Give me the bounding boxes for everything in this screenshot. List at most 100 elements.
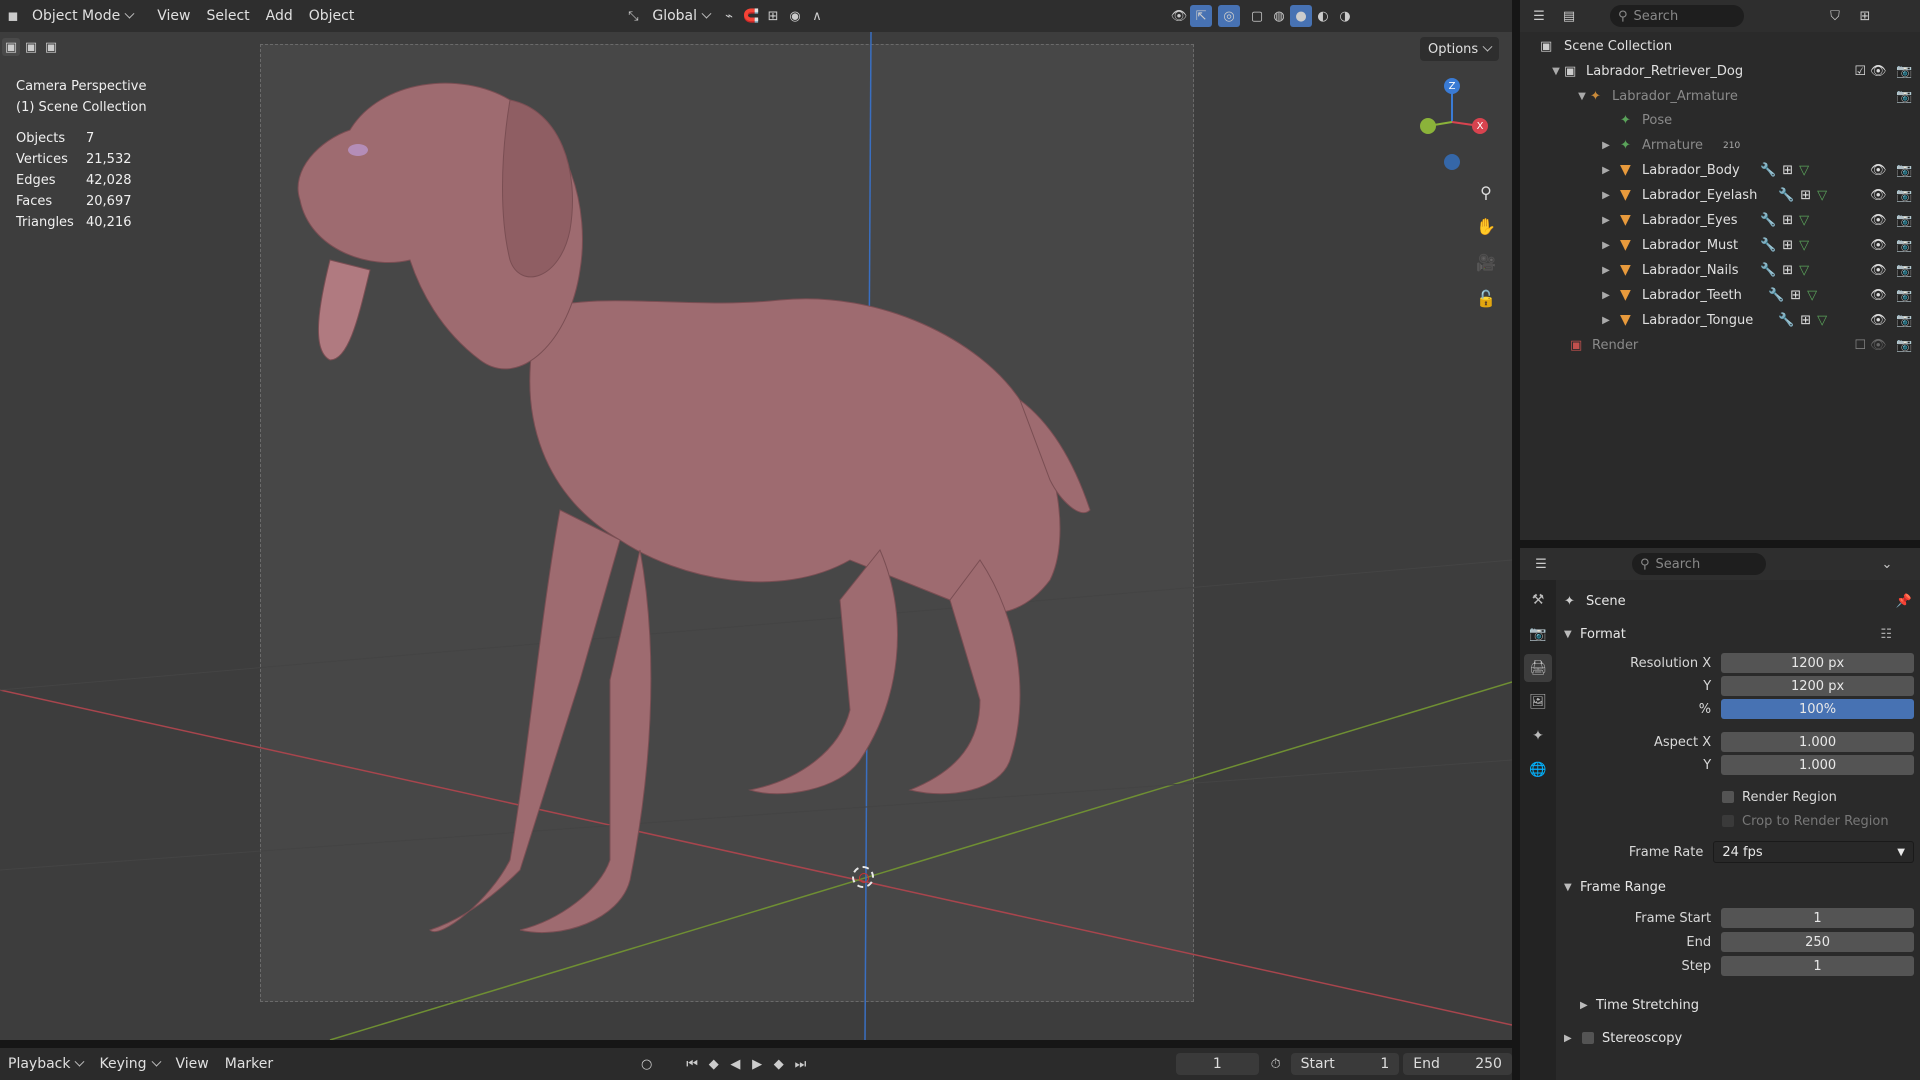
frame-end-field[interactable]: 250 xyxy=(1721,932,1914,952)
format-panel-header[interactable]: ▼ Format ☷ xyxy=(1564,621,1912,647)
eye-icon[interactable]: 👁 xyxy=(1870,238,1887,253)
expand-icon[interactable]: ▶ xyxy=(1598,240,1614,251)
pivot-icon[interactable]: ⌁ xyxy=(718,5,740,27)
properties-search[interactable]: ⚲ Search xyxy=(1632,553,1766,575)
select-extend-icon[interactable]: ▣ xyxy=(22,38,40,56)
eye-icon[interactable]: 👁 xyxy=(1870,213,1887,228)
menu-keying[interactable]: Keying xyxy=(91,1052,167,1076)
modifier-icon[interactable]: 🔧 xyxy=(1760,163,1776,178)
camera-icon[interactable]: 📷 xyxy=(1896,163,1912,178)
mesh-data-icon[interactable]: ▽ xyxy=(1799,163,1809,178)
collection-row[interactable]: ▼ ▣ Labrador_Retriever_Dog ☑ 👁 📷 xyxy=(1520,59,1920,84)
mesh-data-icon[interactable]: ▽ xyxy=(1799,238,1809,253)
expand-icon[interactable]: ▶ xyxy=(1598,290,1614,301)
eye-icon[interactable]: 👁 xyxy=(1870,263,1887,278)
expand-icon[interactable]: ▼ xyxy=(1574,91,1590,102)
overlay-toggle-icon[interactable]: ◎ xyxy=(1218,5,1241,27)
modifier-icon[interactable]: 🔧 xyxy=(1760,238,1776,253)
menu-select[interactable]: Select xyxy=(198,4,257,28)
camera-icon[interactable]: 📷 xyxy=(1896,213,1912,228)
visibility-icon[interactable]: 👁 xyxy=(1168,5,1190,27)
object-row-teeth[interactable]: ▶ ▼ Labrador_Teeth 🔧 ⊞ ▽ 👁 📷 xyxy=(1520,283,1920,308)
collection-checkbox-icon[interactable]: ☑ xyxy=(1854,64,1866,79)
object-row-eyelash[interactable]: ▶ ▼ Labrador_Eyelash 🔧 ⊞ ▽ 👁 📷 xyxy=(1520,183,1920,208)
mode-dropdown[interactable]: Object Mode xyxy=(24,4,141,28)
armature-mod-icon[interactable]: ⊞ xyxy=(1790,288,1801,303)
armature-mod-icon[interactable]: ⊞ xyxy=(1782,213,1793,228)
area-separator[interactable] xyxy=(1512,0,1520,1080)
solid-shading-icon[interactable]: ● xyxy=(1290,5,1313,27)
modifier-icon[interactable]: 🔧 xyxy=(1778,188,1794,203)
armature-data-row[interactable]: ▶ ✦ Armature 210 xyxy=(1520,133,1920,158)
jump-end-icon[interactable]: ⏭ xyxy=(790,1053,812,1075)
3d-cursor[interactable] xyxy=(852,866,874,888)
display-mode-icon[interactable]: ▤ xyxy=(1558,5,1580,27)
camera-icon[interactable]: 📷 xyxy=(1896,263,1912,278)
chevron-down-icon[interactable]: ▼ xyxy=(1564,629,1580,640)
render-collection-row[interactable]: ▣ Render ☐ 👁 📷 xyxy=(1520,333,1920,358)
3d-viewport[interactable]: Camera Perspective (1) Scene Collection … xyxy=(0,0,1512,1040)
object-row-body[interactable]: ▶ ▼ Labrador_Body 🔧 ⊞ ▽ 👁 📷 xyxy=(1520,158,1920,183)
scene-tab-icon[interactable]: ✦ xyxy=(1524,722,1552,750)
orientation-dropdown[interactable]: Global xyxy=(644,4,718,28)
options-dropdown[interactable]: Options xyxy=(1420,37,1500,61)
eye-icon[interactable]: 👁 xyxy=(1870,163,1887,178)
timer-icon[interactable]: ⏱ xyxy=(1265,1053,1287,1075)
object-row-must[interactable]: ▶ ▼ Labrador_Must 🔧 ⊞ ▽ 👁 📷 xyxy=(1520,233,1920,258)
menu-object[interactable]: Object xyxy=(301,4,363,28)
expand-icon[interactable]: ▶ xyxy=(1598,165,1614,176)
wireframe-shading-icon[interactable]: ◍ xyxy=(1268,5,1290,27)
eye-icon[interactable]: 👁 xyxy=(1870,338,1887,353)
render-tab-icon[interactable]: 📷 xyxy=(1524,620,1552,648)
chevron-down-icon[interactable]: ⌄ xyxy=(1876,553,1898,575)
select-new-icon[interactable]: ▣ xyxy=(2,38,20,56)
end-frame-field[interactable]: End 250 xyxy=(1403,1053,1512,1075)
gizmo-toggle-icon[interactable]: ⇱ xyxy=(1190,5,1213,27)
armature-row[interactable]: ▼ ✦ Labrador_Armature 📷 xyxy=(1520,84,1920,109)
navigation-gizmo[interactable]: Z X xyxy=(1408,74,1488,174)
frame-range-panel-header[interactable]: ▼ Frame Range xyxy=(1564,874,1912,900)
expand-icon[interactable]: ▶ xyxy=(1598,190,1614,201)
world-tab-icon[interactable]: 🌐 xyxy=(1524,756,1552,784)
snap-target-icon[interactable]: ⊞ xyxy=(762,5,784,27)
tool-tab-icon[interactable]: ⚒ xyxy=(1524,586,1552,614)
camera-icon[interactable]: 📷 xyxy=(1896,188,1912,203)
proportional-edit-icon[interactable]: ◉ xyxy=(784,5,806,27)
area-separator[interactable] xyxy=(1520,540,1920,548)
camera-icon[interactable]: 📷 xyxy=(1896,313,1912,328)
menu-add[interactable]: Add xyxy=(258,4,301,28)
editor-type-icon[interactable]: ◼ xyxy=(2,5,24,27)
resolution-y-field[interactable]: 1200 px xyxy=(1721,676,1914,696)
mesh-data-icon[interactable]: ▽ xyxy=(1817,188,1827,203)
resolution-x-field[interactable]: 1200 px xyxy=(1721,653,1914,673)
crop-region-checkbox[interactable] xyxy=(1722,815,1734,827)
mesh-data-icon[interactable]: ▽ xyxy=(1799,213,1809,228)
outliner-search[interactable]: ⚲ Search xyxy=(1610,5,1744,27)
output-tab-icon[interactable]: 🖨 xyxy=(1524,654,1552,682)
stereoscopy-panel-header[interactable]: ▶ Stereoscopy xyxy=(1564,1025,1912,1051)
camera-icon[interactable]: 📷 xyxy=(1896,338,1912,353)
select-subtract-icon[interactable]: ▣ xyxy=(42,38,60,56)
snap-icon[interactable]: 🧲 xyxy=(740,5,762,27)
eye-icon[interactable]: 👁 xyxy=(1870,64,1887,79)
crop-region-row[interactable]: Crop to Render Region xyxy=(1564,810,1914,832)
modifier-icon[interactable]: 🔧 xyxy=(1760,213,1776,228)
menu-playback[interactable]: Playback xyxy=(0,1052,91,1076)
resolution-percent-slider[interactable]: 100% xyxy=(1721,699,1914,719)
pan-hand-icon[interactable]: ✋ xyxy=(1472,212,1500,240)
area-separator[interactable] xyxy=(0,1040,1512,1048)
presets-icon[interactable]: ☷ xyxy=(1880,627,1892,642)
menu-marker[interactable]: Marker xyxy=(217,1052,281,1076)
armature-mod-icon[interactable]: ⊞ xyxy=(1800,188,1811,203)
dog-model[interactable] xyxy=(260,60,1140,1000)
expand-icon[interactable]: ▶ xyxy=(1598,215,1614,226)
expand-icon[interactable]: ▶ xyxy=(1598,315,1614,326)
expand-icon[interactable]: ▶ xyxy=(1598,140,1614,151)
auto-keying-icon[interactable]: ○ xyxy=(636,1053,658,1075)
armature-mod-icon[interactable]: ⊞ xyxy=(1800,313,1811,328)
armature-mod-icon[interactable]: ⊞ xyxy=(1782,238,1793,253)
start-frame-field[interactable]: Start 1 xyxy=(1290,1053,1400,1075)
frame-rate-dropdown[interactable]: 24 fps ▼ xyxy=(1713,841,1914,863)
current-frame-field[interactable]: 1 xyxy=(1175,1053,1259,1075)
pose-row[interactable]: ✦ Pose xyxy=(1520,108,1920,133)
